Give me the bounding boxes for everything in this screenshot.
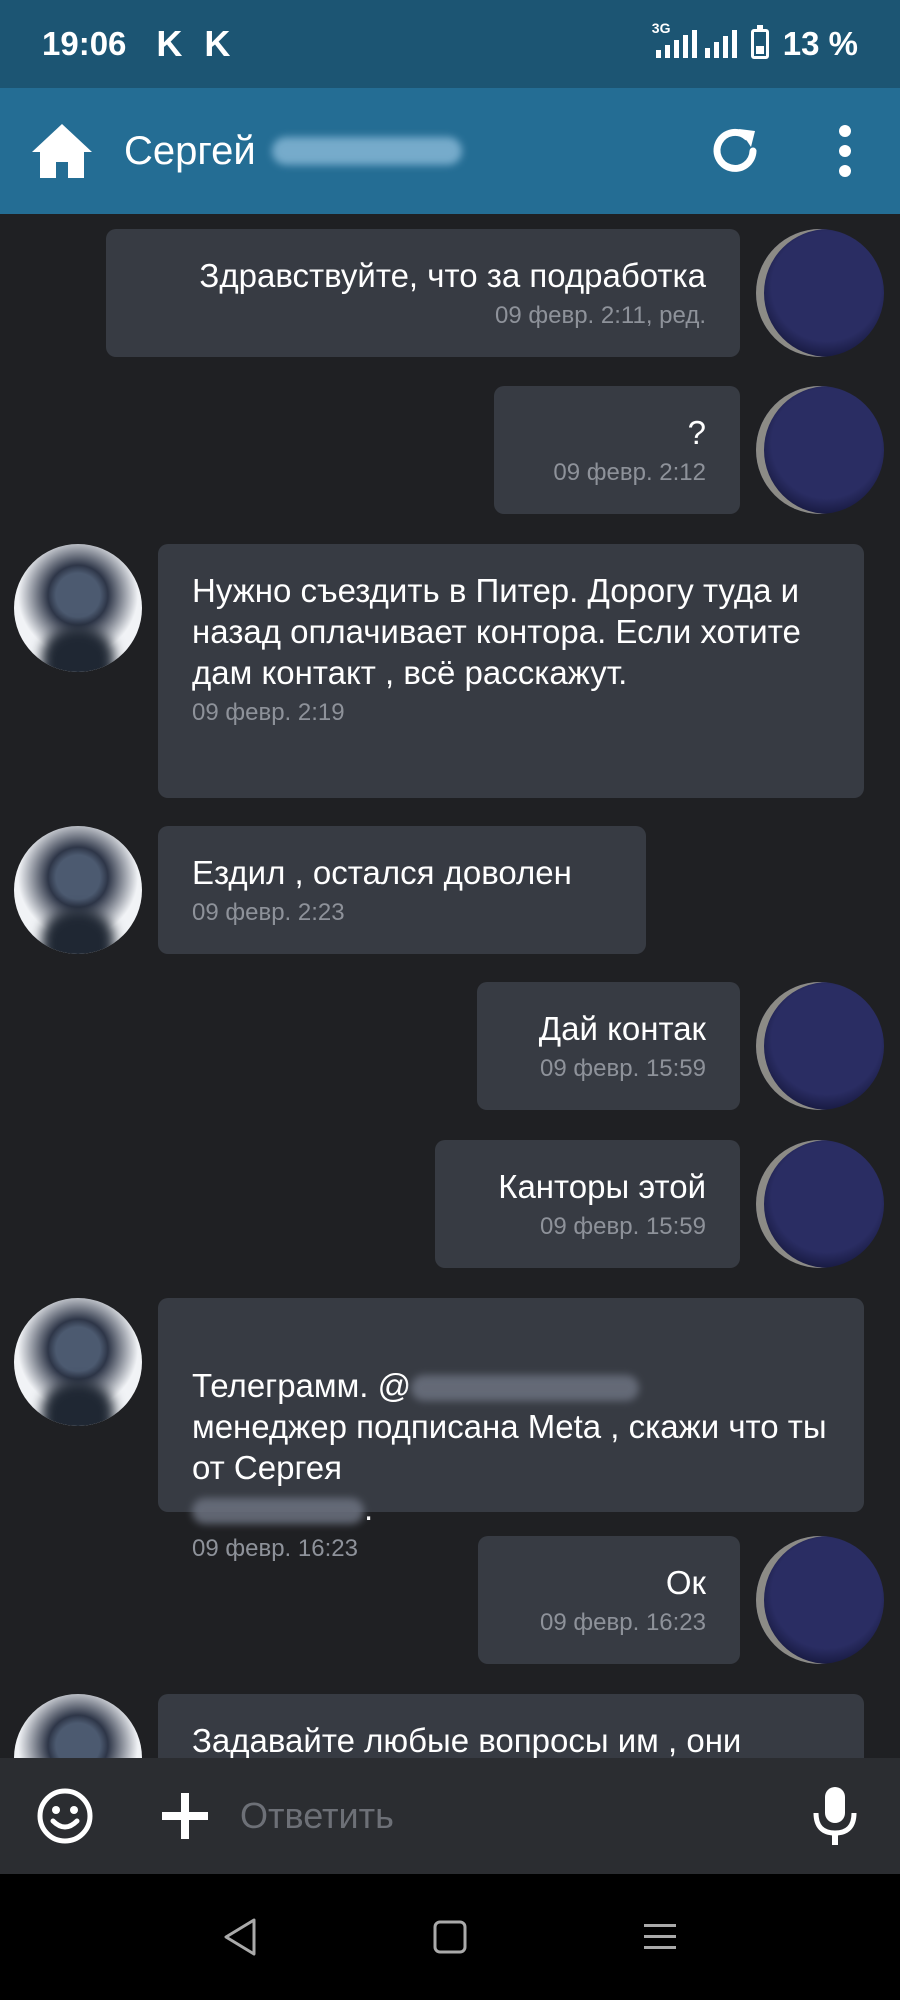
microphone-icon bbox=[813, 1787, 857, 1845]
nav-recents-button[interactable] bbox=[630, 1907, 690, 1967]
refresh-icon bbox=[713, 128, 757, 172]
signal-icon: 3G bbox=[652, 20, 737, 58]
message-text: ? bbox=[687, 414, 706, 451]
system-navigation-bar bbox=[0, 1874, 900, 2000]
avatar[interactable] bbox=[14, 1298, 142, 1426]
message-bubble: Ездил , остался доволен 09 февр. 2:23 bbox=[158, 826, 646, 954]
message-bubble: Телеграмм. @ менеджер подписана Meta , с… bbox=[158, 1298, 864, 1562]
redacted-username bbox=[411, 1375, 640, 1402]
message-bubble: Задавайте любые вопросы им , они bbox=[158, 1694, 864, 1758]
reply-input[interactable] bbox=[240, 1776, 770, 1856]
message-bubble: Здравствуйте, что за подработка 09 февр.… bbox=[106, 229, 740, 357]
home-icon bbox=[32, 124, 92, 178]
avatar[interactable] bbox=[756, 1536, 884, 1664]
message-text-part: . bbox=[364, 1490, 374, 1527]
message-text: Ездил , остался доволен bbox=[192, 854, 572, 891]
message-text: Задавайте любые вопросы им , они bbox=[192, 1722, 742, 1758]
avatar[interactable] bbox=[756, 1140, 884, 1268]
message-time: 09 февр. 16:23 bbox=[540, 1609, 706, 1636]
avatar[interactable] bbox=[14, 544, 142, 672]
home-square-icon bbox=[433, 1920, 467, 1954]
message-bubble: Канторы этой 09 февр. 15:59 bbox=[435, 1140, 740, 1268]
chat-header: Сергей bbox=[0, 88, 900, 214]
message-text: Канторы этой bbox=[498, 1168, 706, 1205]
refresh-button[interactable] bbox=[680, 88, 790, 214]
attach-button[interactable] bbox=[130, 1758, 240, 1874]
recents-lines-icon bbox=[644, 1924, 676, 1949]
message-text-part: менеджер подписана Meta , скажи что ты о… bbox=[192, 1408, 827, 1486]
message-list[interactable]: Здравствуйте, что за подработка 09 февр.… bbox=[0, 214, 900, 1758]
message-bubble: Нужно съездить в Питер. Дорогу туда и на… bbox=[158, 544, 864, 798]
message-text: Телеграмм. @ менеджер подписана Meta , с… bbox=[192, 1324, 830, 1529]
redacted-surname bbox=[271, 137, 462, 165]
plus-icon bbox=[162, 1793, 208, 1839]
emoji-button[interactable] bbox=[0, 1758, 130, 1874]
message-time: 09 февр. 15:59 bbox=[540, 1055, 706, 1082]
avatar[interactable] bbox=[14, 1694, 142, 1758]
reply-bar bbox=[0, 1758, 900, 1874]
app-notification-icon: K bbox=[204, 23, 231, 64]
message-bubble: ? 09 февр. 2:12 bbox=[494, 386, 740, 514]
avatar[interactable] bbox=[756, 229, 884, 357]
network-type: 3G bbox=[651, 20, 671, 36]
contact-title[interactable]: Сергей bbox=[124, 129, 680, 174]
message-text: Нужно съездить в Питер. Дорогу туда и на… bbox=[192, 572, 801, 691]
redacted-surname bbox=[192, 1498, 364, 1525]
message-time: 09 февр. 2:11, ред. bbox=[495, 302, 706, 329]
home-button[interactable] bbox=[0, 88, 124, 214]
nav-back-button[interactable] bbox=[210, 1907, 270, 1967]
nav-home-button[interactable] bbox=[420, 1907, 480, 1967]
app-notification-icon: K bbox=[156, 23, 183, 64]
message-text: Ок bbox=[665, 1564, 706, 1601]
avatar[interactable] bbox=[756, 386, 884, 514]
status-bar: 19:06 K K 3G 13 % bbox=[0, 0, 900, 88]
avatar[interactable] bbox=[14, 826, 142, 954]
message-time: 09 февр. 2:12 bbox=[553, 459, 706, 486]
battery-icon bbox=[750, 25, 769, 59]
message-text: Дай контак bbox=[538, 1010, 706, 1047]
battery-percent: 13 % bbox=[782, 25, 858, 62]
back-triangle-icon bbox=[224, 1918, 256, 1956]
voice-message-button[interactable] bbox=[770, 1758, 900, 1874]
message-text-part: Телеграмм. @ bbox=[192, 1367, 412, 1404]
more-menu-button[interactable] bbox=[790, 88, 900, 214]
more-vertical-icon bbox=[839, 125, 851, 177]
message-time: 09 февр. 15:59 bbox=[540, 1213, 706, 1240]
avatar[interactable] bbox=[756, 982, 884, 1110]
emoji-icon bbox=[37, 1788, 93, 1844]
message-text: Здравствуйте, что за подработка bbox=[199, 257, 706, 294]
status-time: 19:06 bbox=[42, 25, 127, 62]
message-time: 09 февр. 2:19 bbox=[192, 699, 345, 726]
message-time: 09 февр. 2:23 bbox=[192, 899, 345, 926]
message-bubble: Ок 09 февр. 16:23 bbox=[478, 1536, 740, 1664]
message-bubble: Дай контак 09 февр. 15:59 bbox=[477, 982, 740, 1110]
contact-name: Сергей bbox=[124, 128, 256, 173]
